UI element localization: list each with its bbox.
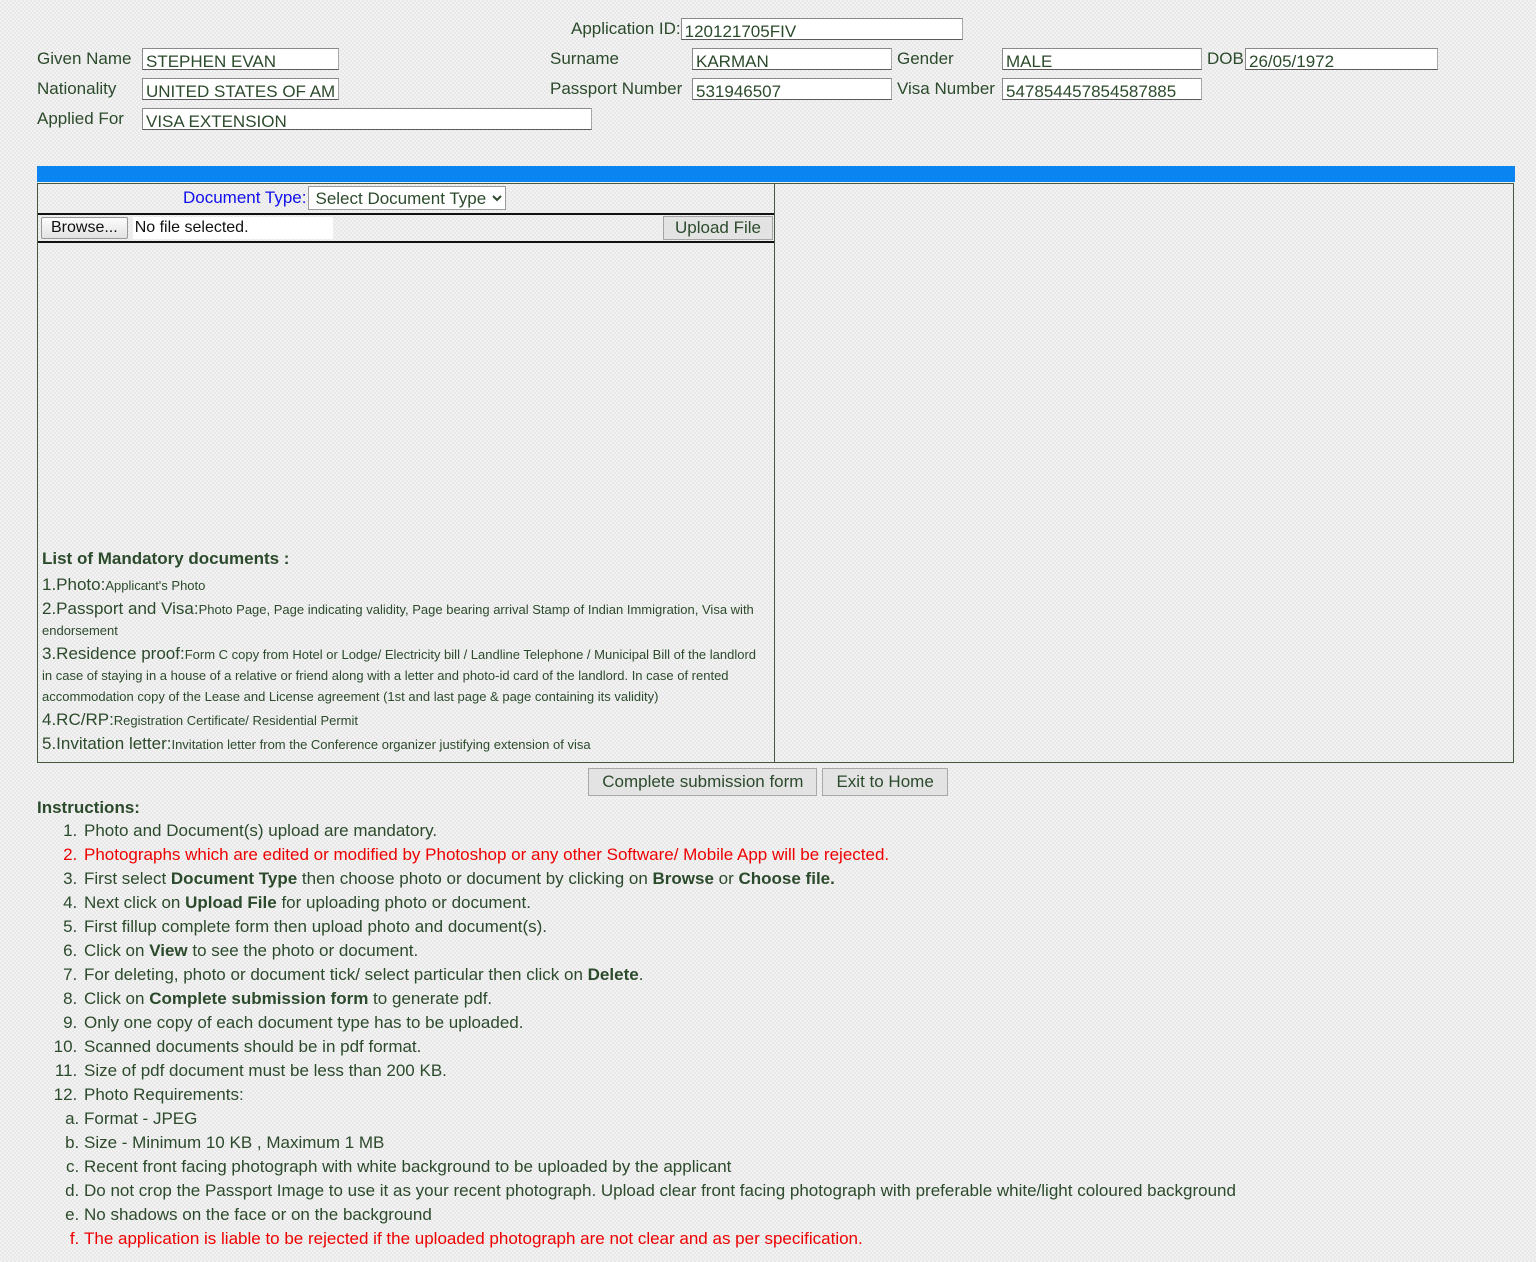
passport-number-field[interactable]: 531946507 bbox=[692, 78, 892, 100]
mandatory-documents-title: List of Mandatory documents : bbox=[42, 549, 290, 568]
surname-field[interactable]: KARMAN bbox=[692, 48, 892, 70]
mandatory-document-item: 1.Photo:Applicant's Photo bbox=[42, 575, 769, 596]
instruction-item: Click on Complete submission form to gen… bbox=[82, 987, 1507, 1011]
mandatory-document-desc: Invitation letter from the Conference or… bbox=[171, 737, 591, 752]
passport-number-label: Passport Number bbox=[550, 79, 683, 98]
nationality-label: Nationality bbox=[37, 79, 117, 98]
complete-submission-form-button[interactable]: Complete submission form bbox=[588, 768, 818, 796]
nationality-row: Nationality UNITED STATES OF AM Passport… bbox=[0, 74, 1536, 104]
mandatory-document-item: 4.RC/RP:Registration Certificate/ Reside… bbox=[42, 710, 769, 731]
photo-requirements-list: Format - JPEGSize - Minimum 10 KB , Maxi… bbox=[37, 1107, 1507, 1251]
mandatory-document-desc: Registration Certificate/ Residential Pe… bbox=[113, 713, 359, 728]
instruction-item: Photographs which are edited or modified… bbox=[82, 843, 1507, 867]
section-divider-bar bbox=[37, 166, 1515, 182]
exit-to-home-button[interactable]: Exit to Home bbox=[822, 768, 948, 796]
uploaded-documents-area bbox=[38, 243, 774, 549]
upload-left-pane: Document Type: Select Document Type Brow… bbox=[38, 184, 775, 762]
mandatory-documents-section: List of Mandatory documents : 1.Photo:Ap… bbox=[38, 549, 774, 762]
mandatory-document-item: 3.Residence proof:Form C copy from Hotel… bbox=[42, 644, 769, 707]
visa-number-field[interactable]: 547854457854587885 bbox=[1002, 78, 1202, 100]
gender-field[interactable]: MALE bbox=[1002, 48, 1202, 70]
document-type-label: Document Type: bbox=[183, 188, 307, 207]
mandatory-document-heading: 3.Residence proof: bbox=[42, 644, 185, 663]
instruction-item: First fillup complete form then upload p… bbox=[82, 915, 1507, 939]
photo-requirement-item: Recent front facing photograph with whit… bbox=[84, 1155, 1507, 1179]
photo-requirement-item: Do not crop the Passport Image to use it… bbox=[84, 1179, 1507, 1203]
visa-number-label: Visa Number bbox=[897, 79, 995, 98]
instruction-item: Size of pdf document must be less than 2… bbox=[82, 1059, 1507, 1083]
mandatory-document-item: 2.Passport and Visa:Photo Page, Page ind… bbox=[42, 599, 769, 641]
surname-label: Surname bbox=[550, 49, 619, 68]
photo-requirement-item: No shadows on the face or on the backgro… bbox=[84, 1203, 1507, 1227]
nationality-field[interactable]: UNITED STATES OF AM bbox=[142, 78, 339, 100]
photo-requirement-item: Format - JPEG bbox=[84, 1107, 1507, 1131]
action-button-bar: Complete submission form Exit to Home bbox=[0, 768, 1536, 796]
gender-label: Gender bbox=[897, 49, 954, 68]
dob-field[interactable]: 26/05/1972 bbox=[1245, 48, 1438, 70]
mandatory-document-heading: 5.Invitation letter: bbox=[42, 734, 172, 753]
instruction-item: Photo Requirements: bbox=[82, 1083, 1507, 1107]
document-type-row: Document Type: Select Document Type bbox=[38, 184, 774, 212]
instruction-item: First select Document Type then choose p… bbox=[82, 867, 1507, 891]
instruction-item: Photo and Document(s) upload are mandato… bbox=[82, 819, 1507, 843]
browse-button[interactable]: Browse... bbox=[41, 217, 128, 239]
instruction-item: Scanned documents should be in pdf forma… bbox=[82, 1035, 1507, 1059]
instructions-title: Instructions: bbox=[37, 798, 140, 817]
instruction-item: For deleting, photo or document tick/ se… bbox=[82, 963, 1507, 987]
application-id-row: Application ID: 120121705FIV bbox=[0, 0, 1536, 44]
upload-file-button[interactable]: Upload File bbox=[663, 216, 773, 240]
file-chooser-row: Browse... No file selected. Upload File bbox=[38, 213, 774, 243]
name-row: Given Name STEPHEN EVAN Surname KARMAN G… bbox=[0, 44, 1536, 74]
mandatory-document-item: 5.Invitation letter:Invitation letter fr… bbox=[42, 734, 769, 755]
given-name-label: Given Name bbox=[37, 49, 132, 68]
photo-requirement-item: Size - Minimum 10 KB , Maximum 1 MB bbox=[84, 1131, 1507, 1155]
application-id-field[interactable]: 120121705FIV bbox=[680, 18, 963, 40]
instruction-item: Click on View to see the photo or docume… bbox=[82, 939, 1507, 963]
application-id-label: Application ID: bbox=[571, 19, 681, 38]
instructions-list: Photo and Document(s) upload are mandato… bbox=[37, 819, 1507, 1107]
applied-for-field[interactable]: VISA EXTENSION bbox=[142, 108, 592, 130]
given-name-field[interactable]: STEPHEN EVAN bbox=[142, 48, 339, 70]
applied-for-row: Applied For VISA EXTENSION bbox=[0, 104, 1536, 134]
dob-label: DOB bbox=[1207, 49, 1244, 68]
applied-for-label: Applied For bbox=[37, 109, 124, 128]
mandatory-document-heading: 1.Photo: bbox=[42, 575, 106, 594]
photo-requirement-item: The application is liable to be rejected… bbox=[84, 1227, 1507, 1251]
mandatory-document-heading: 2.Passport and Visa: bbox=[42, 599, 199, 618]
upload-panel: Document Type: Select Document Type Brow… bbox=[37, 183, 1514, 763]
instruction-item: Next click on Upload File for uploading … bbox=[82, 891, 1507, 915]
mandatory-document-desc: Applicant's Photo bbox=[105, 578, 206, 593]
applicant-header-form: Application ID: 120121705FIV Given Name … bbox=[0, 0, 1536, 134]
upload-right-pane bbox=[775, 184, 1513, 762]
instruction-item: Only one copy of each document type has … bbox=[82, 1011, 1507, 1035]
file-status-text: No file selected. bbox=[132, 217, 333, 239]
instructions-section: Instructions: Photo and Document(s) uplo… bbox=[37, 798, 1507, 1251]
document-type-select[interactable]: Select Document Type bbox=[308, 186, 507, 210]
mandatory-document-heading: 4.RC/RP: bbox=[42, 710, 114, 729]
